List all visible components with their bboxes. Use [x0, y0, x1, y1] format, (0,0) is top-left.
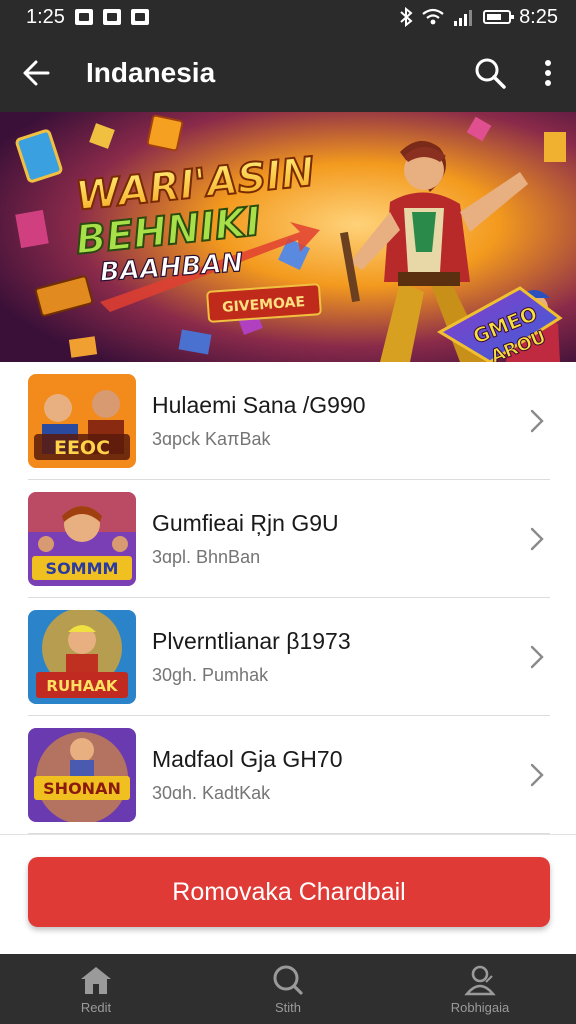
chevron-right-icon	[512, 527, 562, 551]
nav-item-profile[interactable]: Robhigaia	[384, 954, 576, 1024]
list-item[interactable]: SHONAN Madfaol Gja GH70 30ɑh. KadtKak	[0, 716, 576, 834]
list-item-text: Hulaemi Sana /G990 3ɑpck KaπBak	[152, 392, 512, 450]
thumbnail-label: SHONAN	[43, 779, 121, 798]
message-notification-icon	[130, 9, 149, 25]
profile-icon	[464, 965, 496, 995]
status-left: 1:25	[26, 6, 149, 29]
game-thumbnail: SHONAN	[28, 728, 136, 822]
game-thumbnail: EEOC	[28, 374, 136, 468]
home-icon	[81, 966, 111, 994]
battery-icon	[483, 10, 515, 24]
list-item-subtitle: 30gh. Pumhak	[152, 665, 269, 685]
bottom-navigation: Redit Stith Robhigaia	[0, 954, 576, 1024]
chevron-right-icon	[512, 409, 562, 433]
list-item-text: Gumfieai Ŗjn G9U 3ɑpl. BhnBan	[152, 510, 512, 568]
more-vertical-icon	[545, 60, 551, 86]
app-bar: Indanesia	[0, 34, 576, 112]
list-item[interactable]: RUHAAK Plverntlianar β1973 30gh. Pumhak	[0, 598, 576, 716]
list-item-text: Madfaol Gja GH70 30ɑh. KadtKak	[152, 746, 512, 804]
nav-item-home[interactable]: Redit	[0, 954, 192, 1024]
nav-label-profile: Robhigaia	[450, 999, 510, 1015]
bluetooth-icon	[400, 7, 413, 27]
game-thumbnail: SOMMM	[28, 492, 136, 586]
search-icon	[273, 965, 303, 995]
more-options-button[interactable]	[520, 34, 576, 112]
action-area: Romovaka Chardbail	[0, 834, 576, 954]
chevron-right-icon	[512, 645, 562, 669]
list-item-title: Gumfieai Ŗjn G9U	[152, 510, 339, 536]
thumbnail-label: RUHAAK	[46, 677, 119, 695]
nav-item-search[interactable]: Stith	[192, 954, 384, 1024]
list-item[interactable]: SOMMM Gumfieai Ŗjn G9U 3ɑpl. BhnBan	[0, 480, 576, 598]
notification-icon	[74, 9, 93, 25]
page-title: Indanesia	[86, 57, 216, 88]
back-button[interactable]	[0, 34, 72, 112]
chevron-right-icon	[512, 763, 562, 787]
search-icon	[475, 58, 506, 89]
list-item-subtitle: 3ɑpl. BhnBan	[152, 547, 261, 567]
list-item-subtitle: 3ɑpck KaπBak	[152, 429, 271, 449]
image-notification-icon	[102, 9, 121, 25]
banner-artwork: GMEO AROU WARI'ASIN BEHNIKI BAAHBAN GIVE…	[0, 112, 576, 362]
back-arrow-icon	[23, 60, 50, 86]
status-time-left: 1:25	[26, 5, 65, 28]
list-item-title: Hulaemi Sana /G990	[152, 392, 366, 418]
list-item[interactable]: EEOC Hulaemi Sana /G990 3ɑpck KaπBak	[0, 362, 576, 480]
nav-label-search: Stith	[274, 999, 301, 1015]
thumbnail-label: SOMMM	[46, 559, 119, 578]
status-right: 8:25	[399, 6, 558, 29]
search-button[interactable]	[460, 34, 520, 112]
list-item-subtitle: 30ɑh. KadtKak	[152, 783, 271, 803]
game-thumbnail: RUHAAK	[28, 610, 136, 704]
list-item-text: Plverntlianar β1973 30gh. Pumhak	[152, 628, 512, 686]
nav-label-home: Redit	[80, 999, 112, 1015]
status-time-right: 8:25	[519, 5, 558, 28]
primary-action-button[interactable]: Romovaka Chardbail	[28, 857, 550, 927]
wifi-icon	[422, 8, 444, 25]
promo-banner[interactable]: GMEO AROU WARI'ASIN BEHNIKI BAAHBAN GIVE…	[0, 112, 576, 362]
list-item-title: Madfaol Gja GH70	[152, 746, 343, 772]
list-item-title: Plverntlianar β1973	[152, 628, 351, 654]
signal-icon	[454, 10, 473, 26]
thumbnail-label: EEOC	[54, 437, 110, 459]
game-list: EEOC Hulaemi Sana /G990 3ɑpck KaπBak SOM…	[0, 362, 576, 834]
status-bar: 1:25 8:25	[0, 0, 576, 34]
